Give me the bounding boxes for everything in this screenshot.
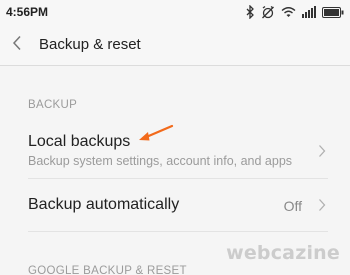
alarm-muted-icon	[262, 5, 274, 19]
local-backups-title: Local backups	[28, 133, 131, 150]
watermark-logo: webcazine	[226, 242, 340, 264]
bluetooth-icon	[246, 5, 254, 19]
backup-automatically-value: Off	[283, 198, 302, 214]
section-header-backup: BACKUP	[28, 99, 78, 111]
chevron-right-icon	[319, 199, 326, 211]
section-header-google-backup: GOOGLE BACKUP & RESET	[28, 265, 187, 275]
chevron-left-icon[interactable]	[12, 35, 22, 51]
wifi-icon	[281, 7, 296, 17]
row-divider	[28, 231, 328, 232]
title-bar: Backup & reset	[0, 24, 350, 66]
page-title: Backup & reset	[39, 36, 141, 53]
chevron-right-icon	[319, 145, 326, 157]
backup-automatically-title: Backup automatically	[28, 196, 180, 213]
status-bar: 4:56PM	[0, 0, 350, 24]
signal-icon	[302, 6, 316, 18]
status-icons	[246, 4, 344, 20]
orange-arrow-icon	[139, 124, 174, 141]
battery-icon	[322, 6, 344, 18]
status-time: 4:56PM	[6, 5, 49, 19]
header-divider	[0, 65, 350, 66]
local-backups-subtitle: Backup system settings, account info, an…	[28, 154, 293, 168]
backup-automatically-item[interactable]: Backup automatically Off	[0, 179, 350, 231]
